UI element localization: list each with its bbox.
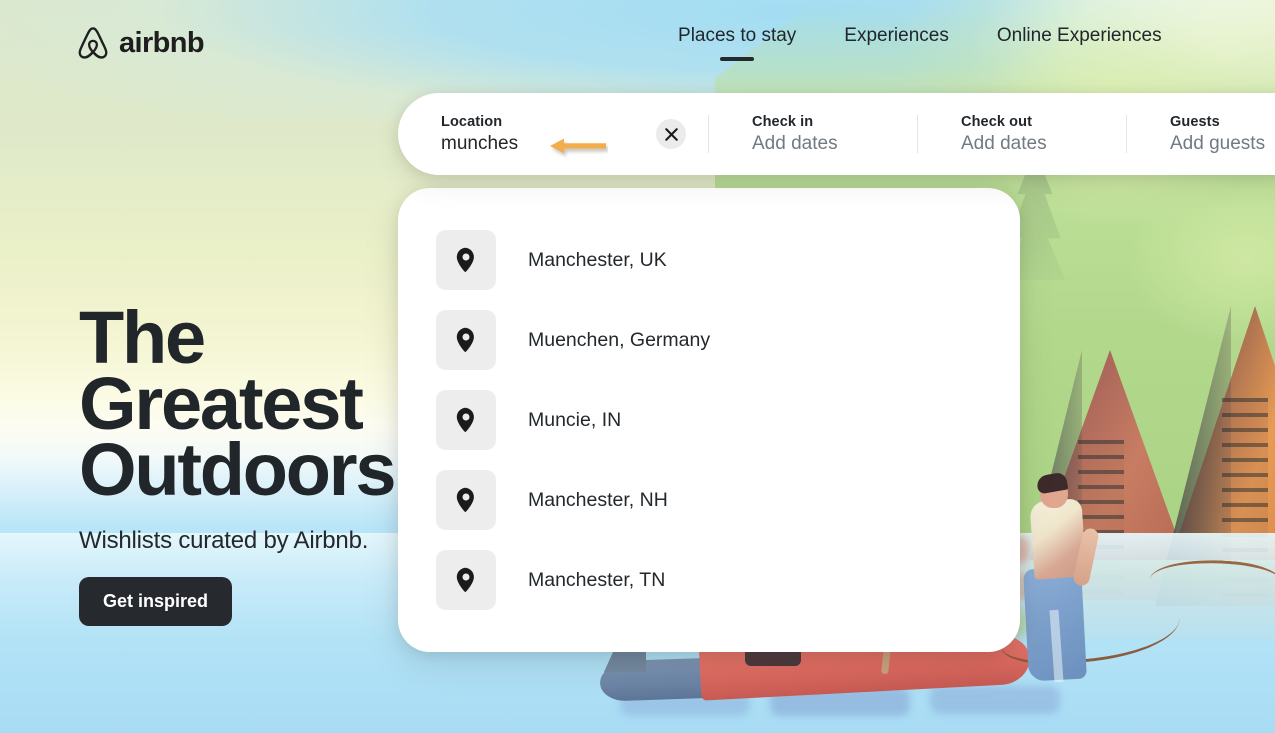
map-pin-icon xyxy=(436,230,496,290)
check-out-label: Check out xyxy=(961,113,1032,130)
suggestion-item[interactable]: Manchester, UK xyxy=(398,220,1020,300)
map-pin-icon xyxy=(436,310,496,370)
water-reflection-block xyxy=(930,686,1060,714)
brand-name: airbnb xyxy=(119,26,205,59)
check-in-field[interactable]: Check in Add dates xyxy=(709,93,917,175)
suggestion-label: Muenchen, Germany xyxy=(528,328,711,351)
suggestion-item[interactable]: Muenchen, Germany xyxy=(398,300,1020,380)
check-out-value[interactable]: Add dates xyxy=(961,133,1126,155)
guests-field[interactable]: Guests Add guests xyxy=(1127,93,1275,175)
search-bar: Location munches Check in Add dates Chec… xyxy=(398,93,1275,175)
close-icon xyxy=(664,127,678,141)
map-pin-icon xyxy=(436,390,496,450)
hero-subtitle: Wishlists curated by Airbnb. xyxy=(79,527,369,554)
suggestion-label: Manchester, UK xyxy=(528,248,667,271)
suggestion-item[interactable]: Manchester, NH xyxy=(398,460,1020,540)
nav-item-experiences[interactable]: Experiences xyxy=(844,25,949,61)
airbnb-belo-icon xyxy=(76,25,110,61)
suggestion-item[interactable]: Manchester, TN xyxy=(398,540,1020,620)
nav-item-places-to-stay[interactable]: Places to stay xyxy=(678,25,796,61)
nav-item-online-experiences[interactable]: Online Experiences xyxy=(997,25,1162,61)
check-out-field[interactable]: Check out Add dates xyxy=(918,93,1126,175)
clear-location-button[interactable] xyxy=(656,119,686,149)
airbnb-landing-page: The Greatest Outdoors Wishlists curated … xyxy=(0,0,1275,733)
suggestion-label: Manchester, NH xyxy=(528,488,668,511)
hero-section: The Greatest Outdoors Wishlists curated … xyxy=(79,296,397,626)
location-suggestions-dropdown: Manchester, UK Muenchen, Germany Muncie,… xyxy=(398,188,1020,652)
suggestion-label: Manchester, TN xyxy=(528,568,666,591)
map-pin-icon xyxy=(436,470,496,530)
guests-label: Guests xyxy=(1170,113,1220,130)
check-in-value[interactable]: Add dates xyxy=(752,133,917,155)
suggestion-label: Muncie, IN xyxy=(528,408,622,431)
map-pin-icon xyxy=(436,550,496,610)
suggestion-item[interactable]: Muncie, IN xyxy=(398,380,1020,460)
location-field[interactable]: Location munches xyxy=(398,93,708,175)
get-inspired-button[interactable]: Get inspired xyxy=(79,577,233,626)
page-title: The Greatest Outdoors xyxy=(79,296,397,511)
airbnb-logo[interactable]: airbnb xyxy=(76,25,205,61)
main-navigation: Places to stay Experiences Online Experi… xyxy=(678,25,1162,61)
guests-value[interactable]: Add guests xyxy=(1170,133,1275,155)
check-in-label: Check in xyxy=(752,113,814,130)
site-header: airbnb Places to stay Experiences Online… xyxy=(0,0,1275,86)
